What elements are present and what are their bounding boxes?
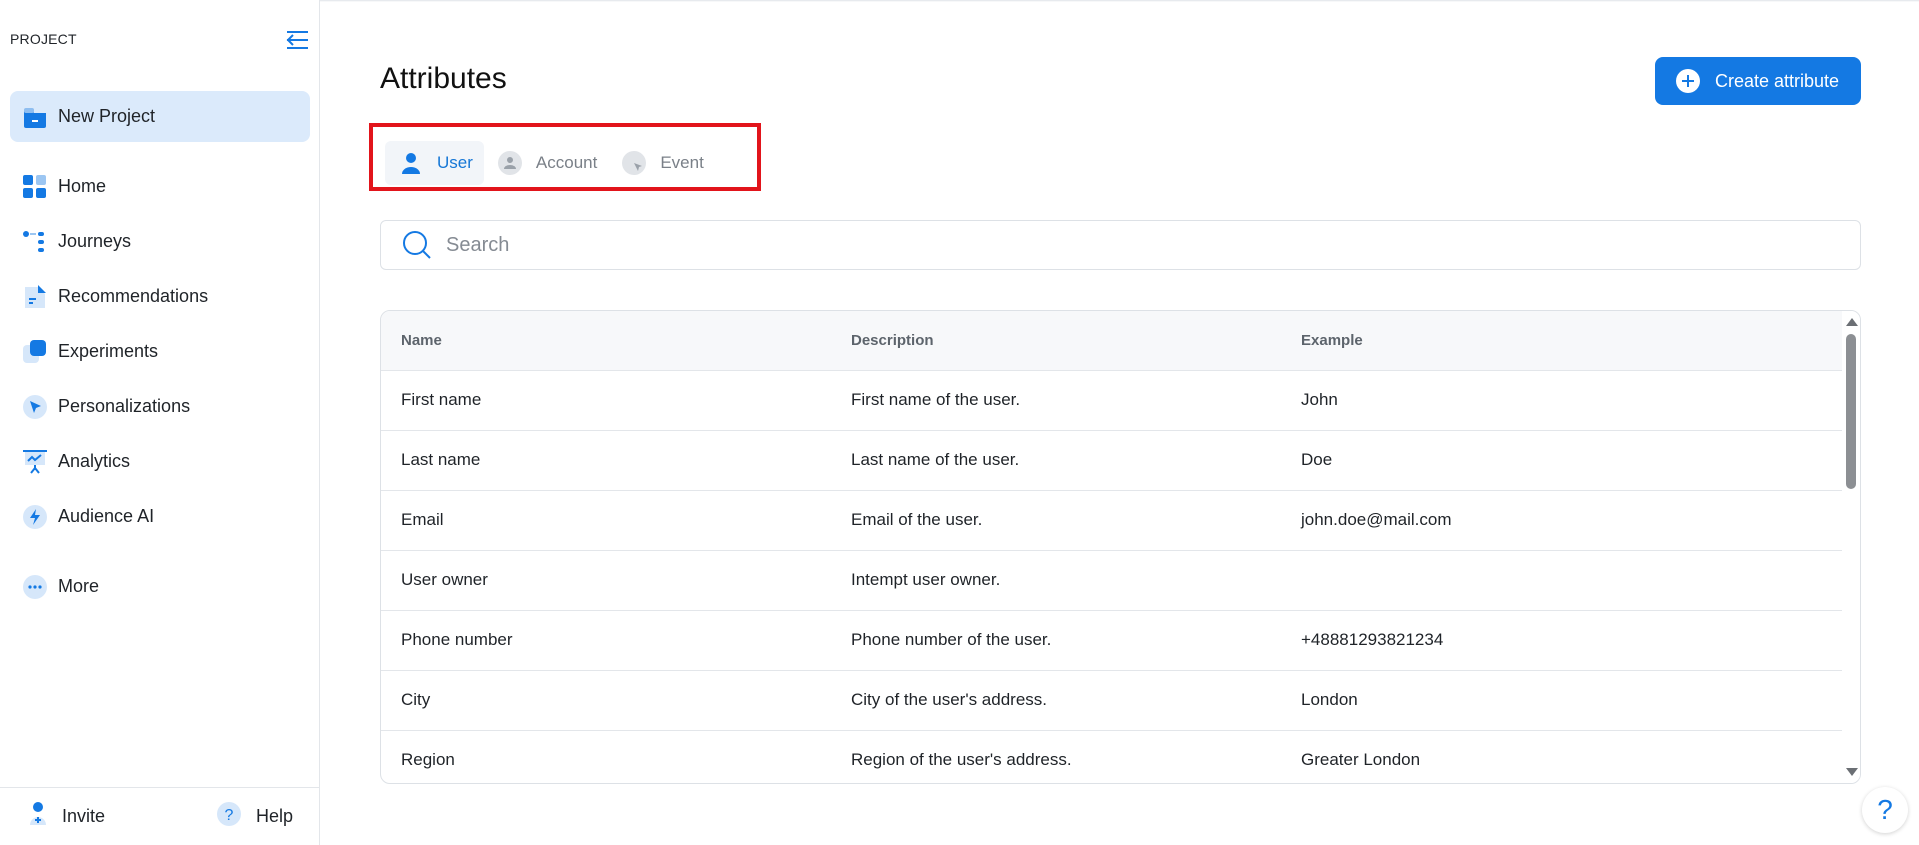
cell-example: John (1281, 370, 1843, 431)
create-attribute-label: Create attribute (1715, 70, 1840, 91)
table-row[interactable]: Phone number Phone number of the user. +… (381, 610, 1843, 671)
page-title: Attributes (380, 62, 507, 95)
cell-example (1281, 550, 1843, 611)
cell-name: User owner (381, 550, 831, 611)
more-icon (22, 574, 48, 600)
help-button[interactable]: ? Help (216, 801, 293, 832)
account-icon (497, 151, 522, 175)
cell-description: Intempt user owner. (831, 550, 1281, 611)
cell-description: Email of the user. (831, 490, 1281, 551)
cell-name: City (381, 670, 831, 731)
sidebar-more-container: More (10, 559, 310, 614)
home-icon (22, 174, 48, 200)
table-scrollbar[interactable] (1842, 311, 1860, 783)
sidebar-item-label: Home (58, 176, 107, 196)
sidebar-item-experiments[interactable]: Experiments (10, 324, 310, 379)
cell-example: +48881293821234 (1281, 610, 1843, 671)
sidebar-item-label: Personalizations (58, 396, 191, 416)
tab-label: User (437, 153, 473, 172)
scrollbar-thumb[interactable] (1846, 334, 1856, 489)
sidebar-item-recommendations[interactable]: Recommendations (10, 269, 310, 324)
folder-icon (22, 104, 48, 130)
sidebar-item-home[interactable]: Home (10, 159, 310, 214)
cell-name: First name (381, 370, 831, 431)
collapse-sidebar-icon[interactable] (284, 28, 310, 52)
event-icon (622, 151, 647, 175)
tab-event[interactable]: Event (608, 141, 714, 185)
project-selector[interactable]: New Project (10, 91, 310, 142)
user-icon (399, 151, 423, 175)
sidebar-item-audience-ai[interactable]: Audience AI (10, 489, 310, 544)
cell-description: City of the user's address. (831, 670, 1281, 731)
personalizations-icon (22, 394, 48, 420)
journeys-icon (22, 229, 48, 255)
table-row[interactable]: Region Region of the user's address. Gre… (381, 730, 1843, 783)
tab-label: Event (660, 153, 704, 172)
audience-ai-icon (22, 504, 48, 530)
sidebar-item-label: Journeys (58, 231, 132, 251)
help-fab-button[interactable]: ? (1862, 787, 1908, 833)
column-header-example[interactable]: Example (1281, 311, 1843, 371)
plus-circle-icon (1675, 68, 1701, 94)
cell-name: Phone number (381, 610, 831, 671)
search-input[interactable] (446, 233, 1826, 257)
table-header-row: Name Description Example (381, 311, 1843, 371)
project-label: PROJECT (10, 31, 77, 47)
help-icon: ? (216, 801, 242, 832)
tab-account[interactable]: Account (484, 141, 608, 185)
recommendations-icon (22, 284, 48, 310)
cell-example: Greater London (1281, 730, 1843, 783)
search-icon (402, 230, 432, 260)
cell-name: Region (381, 730, 831, 783)
question-mark-icon: ? (1877, 794, 1893, 825)
help-label: Help (255, 806, 293, 826)
column-header-description[interactable]: Description (831, 311, 1281, 371)
table-row[interactable]: First name First name of the user. John (381, 370, 1843, 431)
sidebar-nav: Home Journeys Recommendations Experiment… (10, 159, 310, 544)
cell-description: First name of the user. (831, 370, 1281, 431)
cell-name: Last name (381, 430, 831, 491)
invite-label: Invite (62, 806, 106, 826)
cell-description: Last name of the user. (831, 430, 1281, 491)
table-row[interactable]: User owner Intempt user owner. (381, 550, 1843, 611)
scroll-down-arrow-icon[interactable] (1846, 768, 1858, 776)
sidebar-item-more[interactable]: More (10, 559, 310, 614)
sidebar-item-label: Recommendations (58, 286, 209, 306)
scroll-up-arrow-icon[interactable] (1846, 318, 1858, 326)
project-name: New Project (58, 106, 156, 126)
svg-text:?: ? (225, 807, 234, 824)
attributes-table: Name Description Example First name Firs… (380, 310, 1861, 784)
analytics-icon (22, 449, 48, 475)
cell-example: john.doe@mail.com (1281, 490, 1843, 551)
sidebar-item-label: Audience AI (58, 506, 155, 526)
sidebar-footer: Invite ? Help (0, 787, 320, 845)
cell-example: London (1281, 670, 1843, 731)
attribute-type-tabs: User Account Event (385, 141, 715, 185)
create-attribute-button[interactable]: Create attribute (1655, 57, 1861, 105)
cell-description: Phone number of the user. (831, 610, 1281, 671)
table-row[interactable]: Last name Last name of the user. Doe (381, 430, 1843, 491)
invite-button[interactable]: Invite (28, 801, 105, 832)
sidebar-item-label: Analytics (58, 451, 131, 471)
sidebar-item-analytics[interactable]: Analytics (10, 434, 310, 489)
tab-user[interactable]: User (385, 141, 484, 185)
table-row[interactable]: Email Email of the user. john.doe@mail.c… (381, 490, 1843, 551)
sidebar-header: PROJECT (10, 30, 310, 50)
experiments-icon (22, 339, 48, 365)
table-row[interactable]: City City of the user's address. London (381, 670, 1843, 731)
sidebar-item-journeys[interactable]: Journeys (10, 214, 310, 269)
sidebar-item-label: Experiments (58, 341, 159, 361)
cell-example: Doe (1281, 430, 1843, 491)
invite-user-icon (28, 801, 48, 832)
sidebar-item-personalizations[interactable]: Personalizations (10, 379, 310, 434)
sidebar: PROJECT New Project Home Journeys Recomm… (0, 0, 320, 845)
tab-label: Account (535, 153, 598, 172)
search-bar (380, 220, 1861, 270)
sidebar-item-label: More (58, 576, 100, 596)
cell-name: Email (381, 490, 831, 551)
cell-description: Region of the user's address. (831, 730, 1281, 783)
column-header-name[interactable]: Name (381, 311, 831, 371)
